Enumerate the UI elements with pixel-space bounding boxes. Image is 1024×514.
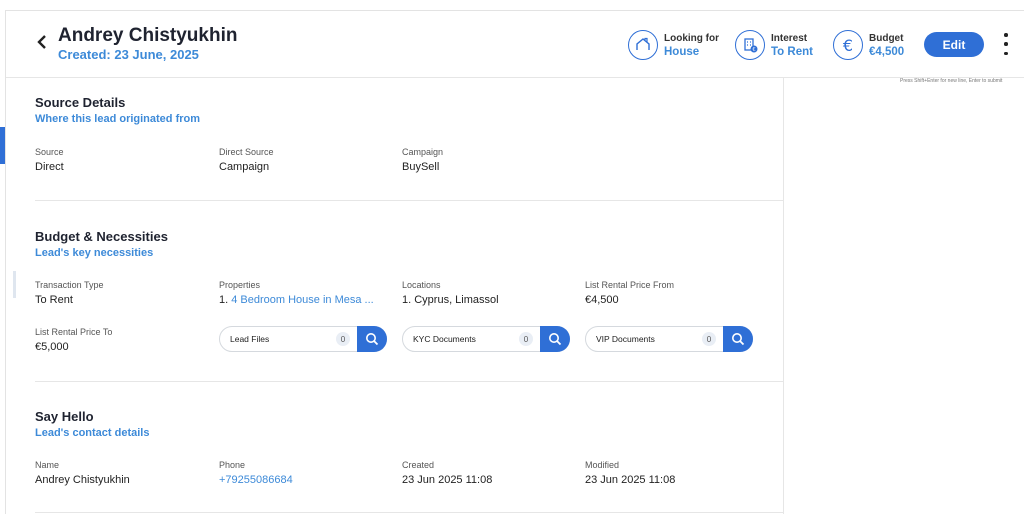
section-source-details: Source Details Where this lead originate… — [6, 78, 783, 202]
search-icon[interactable] — [540, 326, 570, 352]
back-chevron-icon[interactable] — [36, 30, 48, 56]
stat-value: To Rent — [771, 45, 813, 58]
section-budget-necessities: Budget & Necessities Lead's key necessit… — [6, 212, 783, 384]
section-divider — [35, 381, 783, 382]
stat-value: €4,500 — [869, 45, 905, 58]
search-icon[interactable] — [723, 326, 753, 352]
property-link[interactable]: 4 Bedroom House in Mesa ... — [231, 294, 373, 306]
vip-documents-box[interactable]: VIP Documents 0 — [585, 326, 753, 352]
section-divider — [35, 200, 783, 201]
stat-budget: € Budget €4,500 — [833, 28, 904, 62]
lead-header: Andrey Chistyukhin Created: 23 June, 202… — [6, 11, 1024, 78]
sidebar-active-indicator — [0, 127, 5, 164]
section-subtitle: Lead's contact details — [35, 427, 150, 439]
field-source: Source Direct — [35, 147, 64, 173]
stat-label: Interest — [771, 32, 808, 44]
section-say-hello: Say Hello Lead's contact details Name An… — [6, 392, 783, 514]
building-euro-icon: € — [735, 30, 765, 60]
phone-link[interactable]: +79255086684 — [219, 474, 389, 486]
field-campaign: Campaign BuySell — [402, 147, 444, 173]
field-rental-price-to: List Rental Price To €5,000 — [35, 327, 113, 353]
field-name: Name Andrey Chistyukhin — [35, 460, 130, 486]
field-properties: Properties 1. 4 Bedroom House in Mesa ..… — [219, 280, 374, 306]
count-badge: 0 — [519, 332, 533, 346]
field-modified: Modified 23 Jun 2025 11:08 — [585, 460, 676, 486]
stat-interest: € Interest To Rent — [735, 28, 813, 62]
stat-value: House — [664, 45, 700, 58]
lead-files-box[interactable]: Lead Files 0 — [219, 326, 387, 352]
section-subtitle: Where this lead originated from — [35, 113, 201, 125]
euro-icon: € — [833, 30, 863, 60]
kyc-documents-box[interactable]: KYC Documents 0 — [402, 326, 570, 352]
stat-looking-for: Looking for House — [628, 28, 719, 62]
field-locations: Locations 1. Cyprus, Limassol — [402, 280, 499, 306]
lead-name: Andrey Chistyukhin — [58, 25, 238, 46]
right-panel: Press Shift+Enter for new line, Enter to… — [783, 78, 1024, 514]
field-rental-price-from: List Rental Price From €4,500 — [585, 280, 675, 306]
house-icon — [628, 30, 658, 60]
count-badge: 0 — [336, 332, 350, 346]
section-title: Say Hello — [35, 409, 94, 424]
edit-button[interactable]: Edit — [924, 32, 984, 57]
kebab-icon[interactable] — [1002, 33, 1010, 55]
section-divider — [35, 512, 783, 513]
search-icon[interactable] — [357, 326, 387, 352]
field-phone: Phone +79255086684 — [219, 460, 389, 486]
svg-text:€: € — [843, 36, 853, 54]
section-title: Budget & Necessities — [35, 229, 168, 244]
stat-label: Looking for — [664, 32, 719, 44]
section-subtitle: Lead's key necessities — [35, 247, 154, 259]
svg-text:€: € — [752, 47, 755, 53]
field-transaction-type: Transaction Type To Rent — [35, 280, 104, 306]
field-created: Created 23 Jun 2025 11:08 — [402, 460, 493, 486]
count-badge: 0 — [702, 332, 716, 346]
input-hint: Press Shift+Enter for new line, Enter to… — [900, 78, 1003, 84]
field-direct-source: Direct Source Campaign — [219, 147, 274, 173]
section-title: Source Details — [35, 95, 126, 110]
lead-created-date: Created: 23 June, 2025 — [58, 47, 199, 62]
stat-label: Budget — [869, 32, 904, 44]
